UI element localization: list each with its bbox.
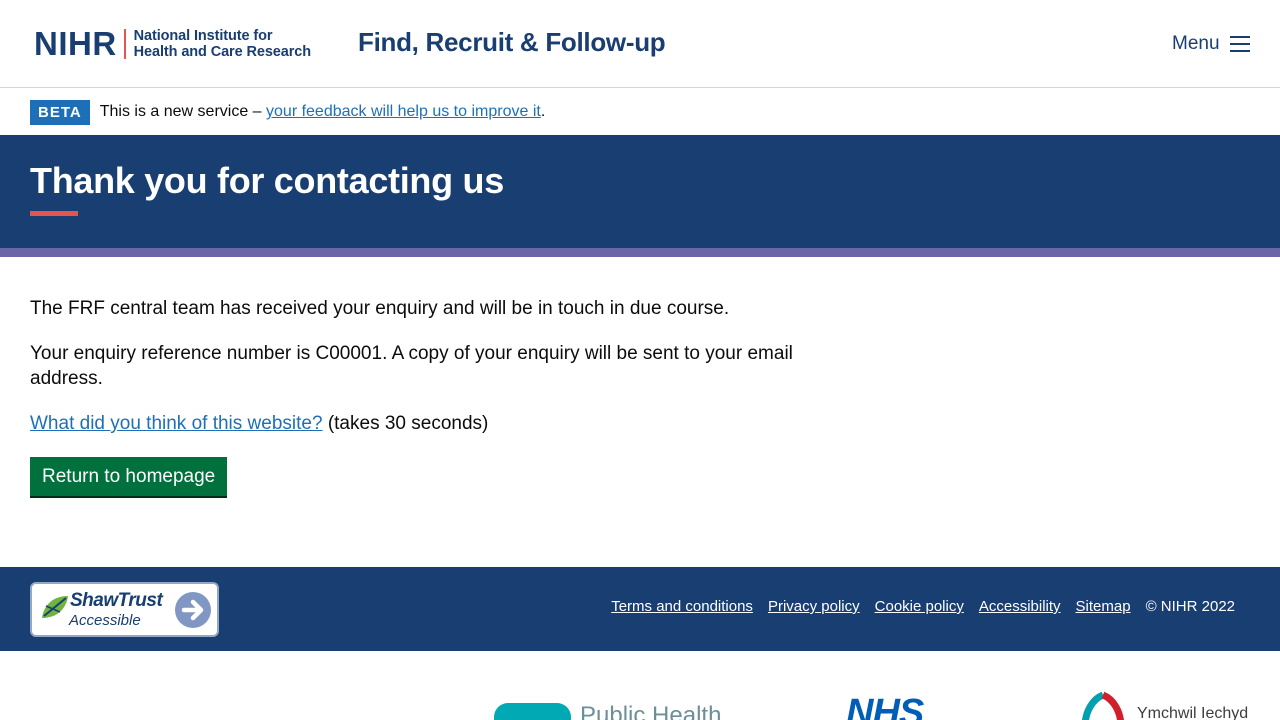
service-title[interactable]: Find, Recruit & Follow-up — [358, 27, 666, 57]
beta-text-before: This is a new service – — [99, 103, 267, 120]
menu-label: Menu — [1172, 33, 1220, 54]
arrow-right-icon — [175, 592, 211, 628]
wales-text: Ymchwil Iechyd — [1137, 705, 1249, 720]
footer-link-accessibility[interactable]: Accessibility — [979, 597, 1061, 617]
beta-text-after: . — [540, 103, 546, 120]
reference-text: Your enquiry reference number is C00001.… — [30, 343, 793, 389]
shaw-subtitle: Accessible — [69, 612, 141, 629]
main-content: The FRF central team has received your e… — [30, 296, 810, 496]
nihr-logo[interactable]: NIHR National Institute for Health and C… — [34, 27, 311, 61]
beta-text: This is a new service – your feedback wi… — [100, 103, 546, 121]
logo-brand: NIHR — [34, 25, 117, 62]
nhs-logo: NHS — [846, 692, 924, 720]
phe-logo: Public Health — [494, 703, 721, 720]
page-title: Thank you for contacting us — [30, 160, 504, 201]
footer-link-cookie[interactable]: Cookie policy — [875, 597, 964, 617]
menu-button[interactable]: Menu — [1172, 30, 1250, 58]
shaw-title: ShawTrust — [70, 590, 163, 611]
return-homepage-button[interactable]: Return to homepage — [30, 457, 228, 496]
copyright: © NIHR 2022 — [1145, 598, 1235, 615]
site-header: NIHR National Institute for Health and C… — [0, 0, 1280, 88]
shaw-leaf-icon — [42, 596, 68, 618]
title-underline — [30, 211, 78, 216]
logo-line-2: Health and Care Research — [133, 44, 311, 60]
confirmation-text: The FRF central team has received your e… — [30, 298, 730, 319]
survey-suffix: (takes 30 seconds) — [322, 413, 489, 434]
survey-text: What did you think of this website? (tak… — [30, 411, 810, 436]
hero-strip — [0, 248, 1280, 257]
footer-link-privacy[interactable]: Privacy policy — [768, 597, 860, 617]
phe-badge-icon — [494, 703, 571, 720]
footer-links: Terms and conditions Privacy policy Cook… — [611, 597, 1235, 617]
logo-line-1: National Institute for — [133, 28, 273, 44]
feedback-link[interactable]: your feedback will help us to improve it — [266, 103, 541, 120]
wales-arc-icon — [1082, 691, 1124, 720]
logo-divider — [123, 29, 126, 59]
beta-tag: BETA — [30, 99, 90, 125]
shaw-trust-badge[interactable]: ShawTrust Accessible — [30, 582, 219, 637]
beta-banner: BETA This is a new service – your feedba… — [0, 89, 1280, 135]
footer-link-sitemap[interactable]: Sitemap — [1076, 597, 1131, 617]
hamburger-icon — [1229, 36, 1250, 52]
site-footer: ShawTrust Accessible Terms and condition… — [0, 567, 1280, 651]
survey-link[interactable]: What did you think of this website? — [30, 413, 323, 434]
phe-text: Public Health — [580, 702, 722, 720]
partner-logos: Public Health NHS Ymchwil Iechyd — [0, 651, 1280, 720]
logo-text: National Institute for Health and Care R… — [134, 28, 311, 60]
page-hero: Thank you for contacting us — [0, 135, 1280, 248]
footer-link-terms[interactable]: Terms and conditions — [611, 597, 753, 617]
